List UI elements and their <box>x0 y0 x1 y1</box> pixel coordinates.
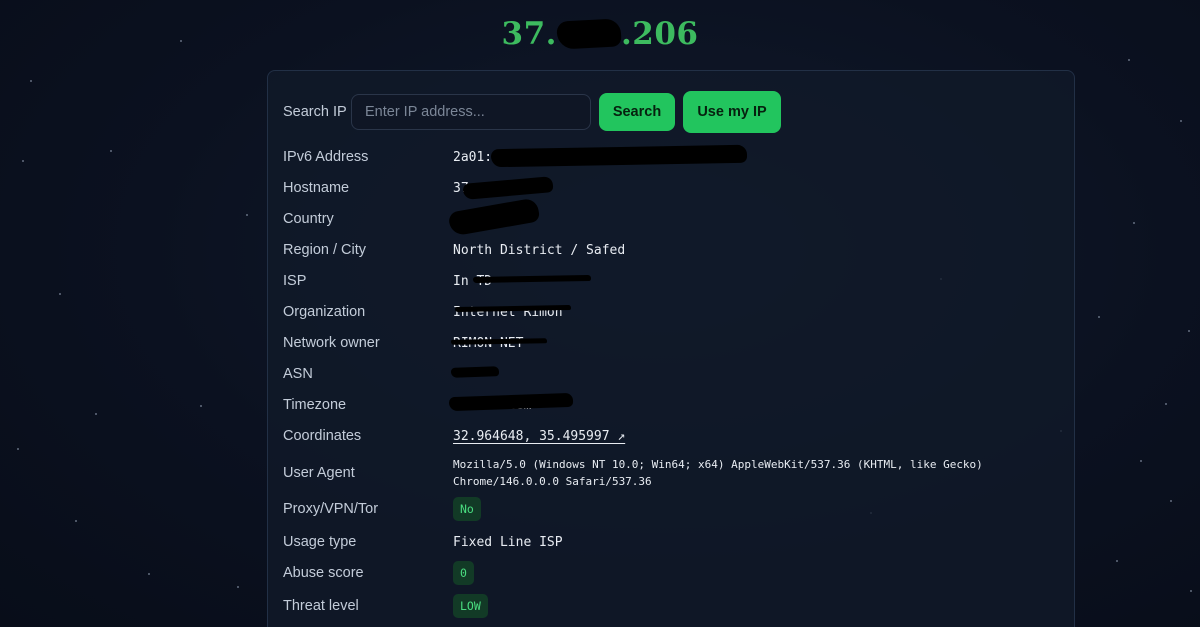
row-label: User Agent <box>283 465 355 481</box>
star <box>200 405 202 407</box>
star <box>1140 460 1142 462</box>
redaction-mark <box>556 16 622 52</box>
row-label: Country <box>283 211 334 227</box>
star <box>22 160 24 162</box>
star <box>1116 560 1118 562</box>
row-ipv6: IPv6 Address 2a01: 3 <box>283 144 1063 169</box>
page-title-ip: 37. .206 <box>0 16 1200 52</box>
row-proxy: Proxy/VPN/Tor No <box>283 496 1063 522</box>
star <box>148 573 150 575</box>
use-my-ip-button[interactable]: Use my IP <box>683 91 781 133</box>
row-country: Country <box>283 197 1063 237</box>
coordinates-map-link[interactable]: 32.964648, 35.495997 ↗ <box>453 429 625 444</box>
star <box>1128 59 1130 61</box>
row-value-user-agent: Mozilla/5.0 (Windows NT 10.0; Win64; x64… <box>453 458 983 488</box>
star <box>95 413 97 415</box>
row-label: Timezone <box>283 397 347 413</box>
row-label: ASN <box>283 366 313 382</box>
status-badge-threat: LOW <box>453 594 488 618</box>
row-coordinates: Coordinates 32.964648, 35.495997 ↗ <box>283 424 1063 448</box>
redaction-mark <box>490 144 748 168</box>
ip-prefix: 37. <box>501 16 557 52</box>
row-label: IPv6 Address <box>283 149 369 165</box>
star <box>1180 120 1182 122</box>
search-label: Search IP <box>283 104 347 120</box>
row-asn: ASN <box>283 362 1063 386</box>
redaction-mark <box>450 338 548 345</box>
row-network-owner: Network owner RIMON NET <box>283 331 1063 355</box>
row-region: Region / City North District / Safed <box>283 238 1063 262</box>
row-threat-level: Threat level LOW <box>283 593 1063 619</box>
star <box>110 150 112 152</box>
redaction-mark <box>450 366 500 378</box>
row-hostname: Hostname 37. <box>283 176 1063 200</box>
row-value-region: North District / Safed <box>453 242 626 258</box>
redaction-mark <box>447 197 541 237</box>
search-button[interactable]: Search <box>599 93 675 131</box>
row-label: Proxy/VPN/Tor <box>283 501 379 517</box>
row-label: Hostname <box>283 180 350 196</box>
row-organization: Organization Internet Rimon <box>283 300 1063 324</box>
star <box>30 80 32 82</box>
search-bar: Search IP Search Use my IP <box>283 91 781 133</box>
ip-info-card: Search IP Search Use my IP IPv6 Address … <box>267 70 1075 627</box>
star <box>237 586 239 588</box>
star <box>1170 500 1172 502</box>
star <box>1165 403 1167 405</box>
redaction-mark <box>472 274 592 284</box>
row-label: Threat level <box>283 598 359 614</box>
star <box>1190 590 1192 592</box>
row-usage-type: Usage type Fixed Line ISP <box>283 530 1063 554</box>
row-label: Abuse score <box>283 565 364 581</box>
row-label: Usage type <box>283 534 357 550</box>
star <box>246 214 248 216</box>
row-abuse-score: Abuse score 0 <box>283 560 1063 586</box>
star <box>17 448 19 450</box>
row-label: Coordinates <box>283 428 362 444</box>
row-label: Region / City <box>283 242 367 258</box>
row-value-usage-type: Fixed Line ISP <box>453 534 563 550</box>
status-badge-abuse: 0 <box>453 561 474 585</box>
row-label: Organization <box>283 304 366 320</box>
star <box>1133 222 1135 224</box>
star <box>1188 330 1190 332</box>
row-label: Network owner <box>283 335 380 351</box>
status-badge-proxy: No <box>453 497 481 521</box>
row-timezone: Timezone /Jerusalem <box>283 392 1063 417</box>
star <box>59 293 61 295</box>
ip-suffix: .206 <box>620 16 699 52</box>
star <box>75 520 77 522</box>
star <box>1098 316 1100 318</box>
search-input[interactable] <box>351 94 591 130</box>
row-label: ISP <box>283 273 307 289</box>
redaction-mark <box>448 392 574 412</box>
row-user-agent: User Agent Mozilla/5.0 (Windows NT 10.0;… <box>283 453 1063 493</box>
row-isp: ISP In TD <box>283 269 1063 293</box>
